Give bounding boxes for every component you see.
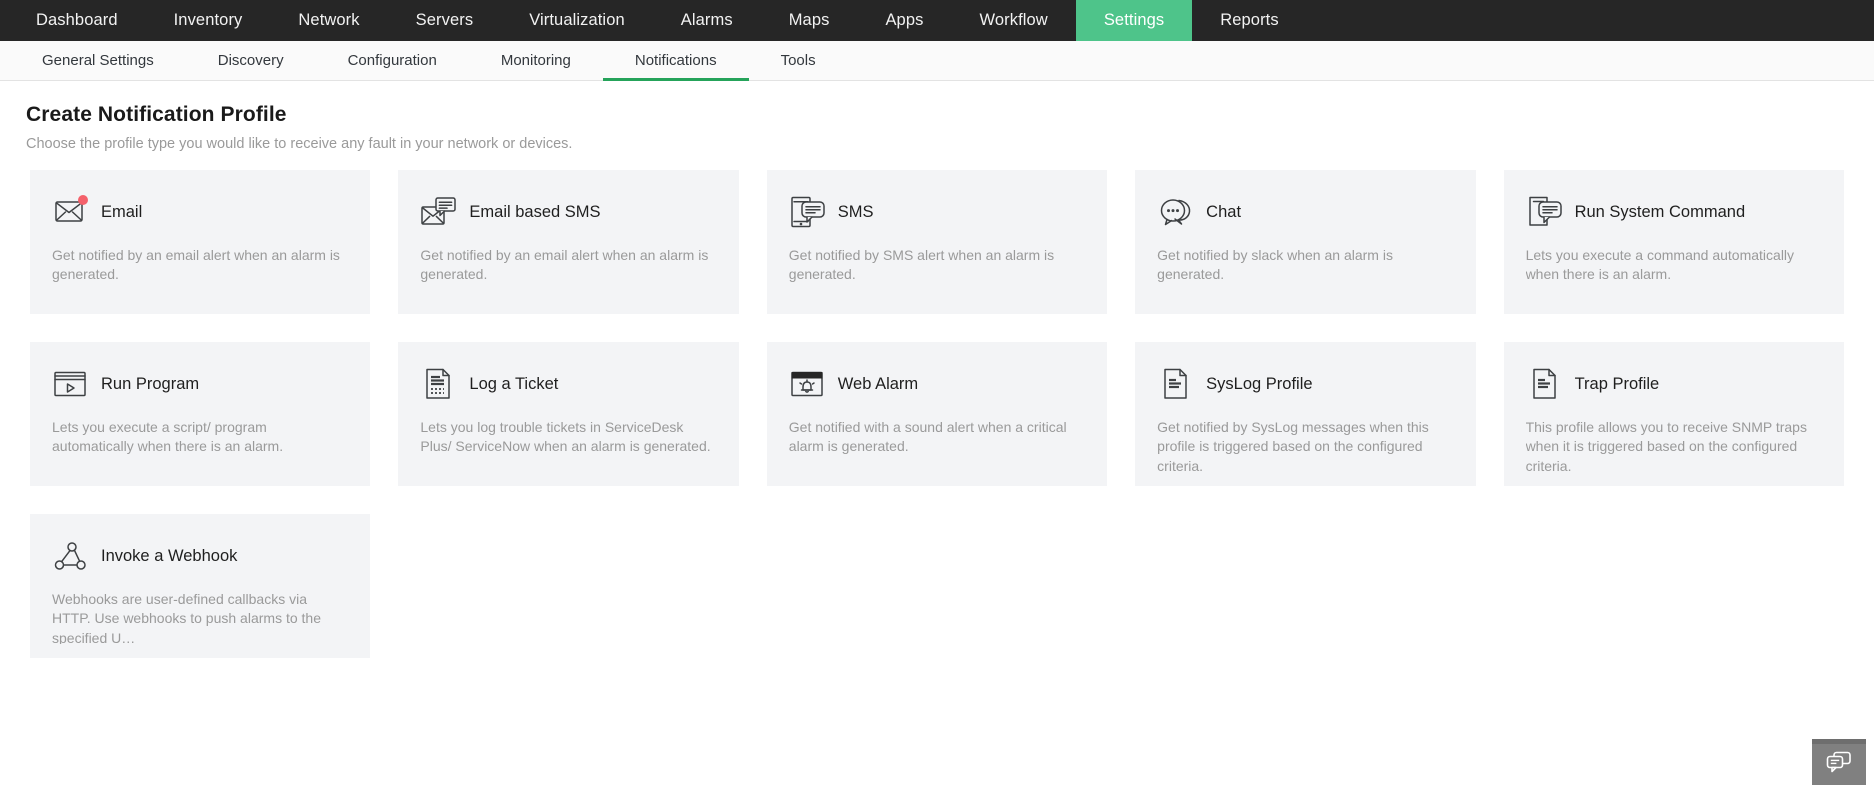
grid-cell: Run Program Lets you execute a script/ pr…	[16, 342, 384, 514]
page-title: Create Notification Profile	[26, 103, 1874, 127]
profile-card-log-a-ticket[interactable]: Log a Ticket Lets you log trouble tickets…	[398, 342, 738, 486]
grid-cell: Run System Command Lets you execute a com…	[1490, 170, 1858, 342]
chat-bubbles-icon	[1157, 193, 1195, 231]
card-description: Lets you log trouble tickets in ServiceD…	[420, 418, 716, 457]
topnav-item-workflow[interactable]: Workflow	[951, 0, 1075, 41]
profile-card-invoke-a-webhook[interactable]: Invoke a Webhook Webhooks are user-define…	[30, 514, 370, 658]
grid-cell: Email based SMS Get notified by an email …	[384, 170, 752, 342]
window-play-icon	[52, 365, 90, 403]
card-title: Invoke a Webhook	[101, 547, 237, 566]
page-subtitle: Choose the profile type you would like t…	[26, 136, 1874, 152]
profile-card-web-alarm[interactable]: Web Alarm Get notified with a sound alert…	[767, 342, 1107, 486]
subnav-item-discovery[interactable]: Discovery	[186, 41, 316, 80]
ticket-document-icon	[420, 365, 458, 403]
topnav-item-alarms[interactable]: Alarms	[653, 0, 761, 41]
profile-card-chat[interactable]: Chat Get notified by slack when an alarm …	[1135, 170, 1475, 314]
topnav-item-virtualization[interactable]: Virtualization	[501, 0, 653, 41]
card-header: Trap Profile	[1526, 364, 1822, 404]
browser-bell-icon	[789, 365, 827, 403]
profile-card-email[interactable]: Email Get notified by an email alert when…	[30, 170, 370, 314]
card-title: Chat	[1206, 203, 1241, 222]
card-description: Get notified by an email alert when an a…	[52, 246, 348, 285]
grid-cell: Web Alarm Get notified with a sound alert…	[753, 342, 1121, 514]
grid-cell: SMS Get notified by SMS alert when an ala…	[753, 170, 1121, 342]
card-title: SysLog Profile	[1206, 375, 1312, 394]
document-lines-icon	[1157, 365, 1195, 403]
topnav-item-network[interactable]: Network	[270, 0, 387, 41]
card-description: This profile allows you to receive SNMP …	[1526, 418, 1822, 472]
envelope-message-icon	[420, 193, 458, 231]
grid-cell: Chat Get notified by slack when an alarm …	[1121, 170, 1489, 342]
page-header: Create Notification Profile Choose the p…	[0, 81, 1874, 152]
card-header: Log a Ticket	[420, 364, 716, 404]
notification-profile-grid: Email Get notified by an email alert when…	[0, 152, 1874, 686]
topnav-item-apps[interactable]: Apps	[857, 0, 951, 41]
notification-dot-badge	[78, 195, 88, 205]
subnav-item-notifications[interactable]: Notifications	[603, 41, 749, 80]
topnav-item-dashboard[interactable]: Dashboard	[8, 0, 146, 41]
card-description: Get notified by SysLog messages when thi…	[1157, 418, 1453, 472]
card-header: Run System Command	[1526, 192, 1822, 232]
grid-cell: SysLog Profile Get notified by SysLog mes…	[1121, 342, 1489, 514]
chat-support-icon	[1826, 751, 1852, 778]
primary-navigation-bar: DashboardInventoryNetworkServersVirtuali…	[0, 0, 1874, 41]
profile-card-email-based-sms[interactable]: Email based SMS Get notified by an email …	[398, 170, 738, 314]
profile-card-trap-profile[interactable]: Trap Profile This profile allows you to r…	[1504, 342, 1844, 486]
card-header: Run Program	[52, 364, 348, 404]
webhook-icon	[52, 537, 90, 575]
card-header: Email based SMS	[420, 192, 716, 232]
card-description: Get notified with a sound alert when a c…	[789, 418, 1085, 457]
document-message-icon	[1526, 193, 1564, 231]
card-title: Web Alarm	[838, 375, 918, 394]
card-title: Run System Command	[1575, 203, 1746, 222]
card-description: Get notified by an email alert when an a…	[420, 246, 716, 285]
grid-cell: Trap Profile This profile allows you to r…	[1490, 342, 1858, 514]
profile-card-syslog-profile[interactable]: SysLog Profile Get notified by SysLog mes…	[1135, 342, 1475, 486]
topnav-item-reports[interactable]: Reports	[1192, 0, 1306, 41]
card-description: Lets you execute a script/ program autom…	[52, 418, 348, 457]
card-description: Get notified by SMS alert when an alarm …	[789, 246, 1085, 285]
card-title: SMS	[838, 203, 874, 222]
secondary-navigation-bar: General SettingsDiscoveryConfigurationMo…	[0, 41, 1874, 81]
subnav-item-monitoring[interactable]: Monitoring	[469, 41, 603, 80]
topnav-item-inventory[interactable]: Inventory	[146, 0, 271, 41]
profile-card-sms[interactable]: SMS Get notified by SMS alert when an ala…	[767, 170, 1107, 314]
subnav-item-configuration[interactable]: Configuration	[316, 41, 469, 80]
card-title: Trap Profile	[1575, 375, 1660, 394]
topnav-item-maps[interactable]: Maps	[761, 0, 858, 41]
card-title: Run Program	[101, 375, 199, 394]
card-header: Email	[52, 192, 348, 232]
profile-card-run-system-command[interactable]: Run System Command Lets you execute a com…	[1504, 170, 1844, 314]
profile-card-run-program[interactable]: Run Program Lets you execute a script/ pr…	[30, 342, 370, 486]
card-header: Invoke a Webhook	[52, 536, 348, 576]
card-header: SMS	[789, 192, 1085, 232]
card-description: Webhooks are user-defined callbacks via …	[52, 590, 348, 644]
subnav-item-tools[interactable]: Tools	[749, 41, 848, 80]
support-chat-button[interactable]	[1812, 739, 1866, 785]
card-title: Email	[101, 203, 142, 222]
card-header: Chat	[1157, 192, 1453, 232]
card-header: SysLog Profile	[1157, 364, 1453, 404]
card-description: Get notified by slack when an alarm is g…	[1157, 246, 1453, 285]
card-title: Log a Ticket	[469, 375, 558, 394]
card-header: Web Alarm	[789, 364, 1085, 404]
card-title: Email based SMS	[469, 203, 600, 222]
phone-message-icon	[789, 193, 827, 231]
topnav-item-settings[interactable]: Settings	[1076, 0, 1192, 41]
subnav-item-general-settings[interactable]: General Settings	[10, 41, 186, 80]
card-description: Lets you execute a command automatically…	[1526, 246, 1822, 285]
grid-cell: Email Get notified by an email alert when…	[16, 170, 384, 342]
grid-cell: Invoke a Webhook Webhooks are user-define…	[16, 514, 384, 686]
document-lines-icon	[1526, 365, 1564, 403]
topnav-item-servers[interactable]: Servers	[388, 0, 502, 41]
envelope-icon	[52, 193, 90, 231]
grid-cell: Log a Ticket Lets you log trouble tickets…	[384, 342, 752, 514]
